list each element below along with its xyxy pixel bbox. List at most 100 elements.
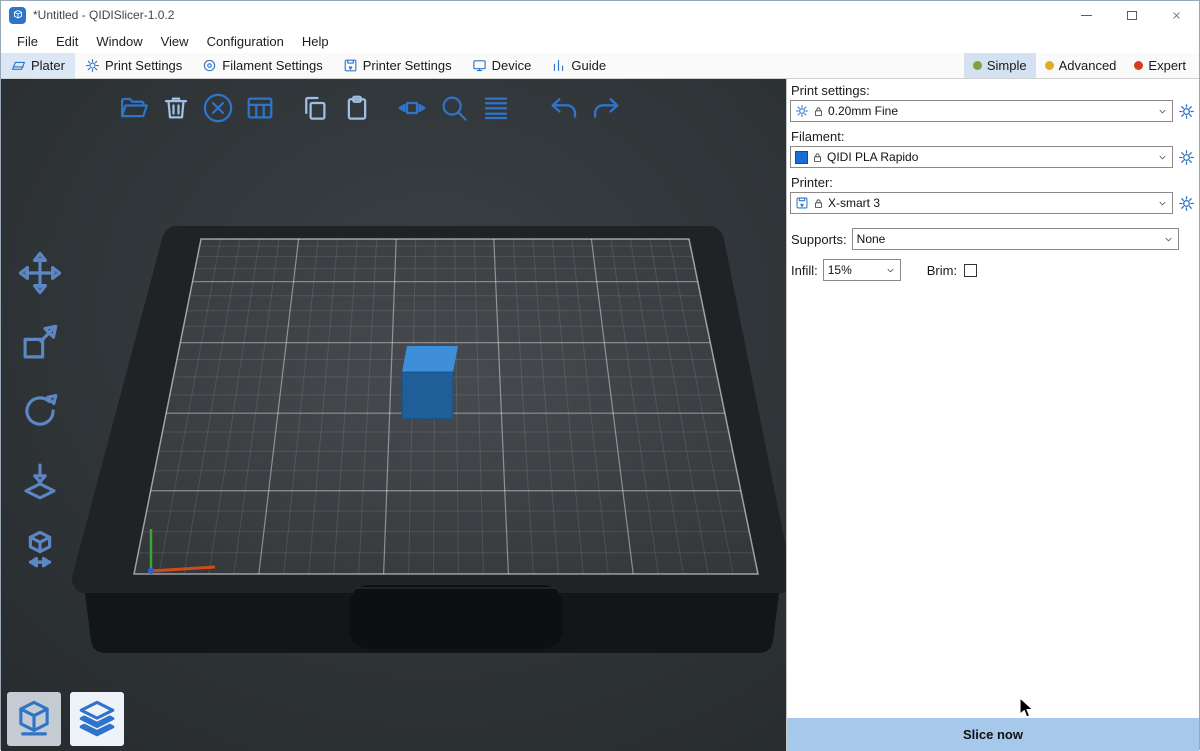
view-3d-editor-button[interactable] — [7, 692, 61, 746]
supports-value: None — [857, 232, 886, 246]
main-area: Print settings: 0.20mm Fine Filament: QI… — [1, 79, 1199, 751]
edit-print-settings-button[interactable] — [1178, 103, 1195, 120]
rotate-icon — [19, 390, 61, 432]
lock-icon — [813, 106, 824, 117]
split-objects-icon — [397, 93, 427, 123]
app-logo-cube-icon — [12, 9, 24, 21]
model-cube-front-face — [402, 372, 453, 419]
filament-combo[interactable]: QIDI PLA Rapido — [790, 146, 1173, 168]
mode-expert[interactable]: Expert — [1125, 53, 1195, 78]
rotate-tool-button[interactable] — [10, 381, 70, 441]
menu-file[interactable]: File — [8, 32, 47, 51]
print-settings-label: Print settings: — [791, 83, 1196, 98]
filament-icon — [202, 58, 217, 73]
supports-combo[interactable]: None — [852, 228, 1179, 250]
infill-combo[interactable]: 15% — [823, 259, 901, 281]
brim-checkbox[interactable] — [964, 264, 977, 277]
scale-icon — [19, 321, 61, 363]
arrange-grid-icon — [245, 93, 275, 123]
menu-window[interactable]: Window — [87, 32, 151, 51]
view-switcher — [7, 692, 124, 746]
redo-button[interactable] — [585, 87, 627, 129]
measure-tool-button[interactable] — [10, 519, 70, 579]
model-cube[interactable] — [402, 346, 458, 419]
model-cube-top-face — [402, 346, 458, 372]
close-button[interactable] — [1154, 1, 1199, 29]
edit-printer-button[interactable] — [1178, 195, 1195, 212]
monitor-icon — [472, 58, 487, 73]
open-file-button[interactable] — [113, 87, 155, 129]
window-controls — [1064, 1, 1199, 29]
view-preview-button[interactable] — [70, 692, 124, 746]
undo-button[interactable] — [543, 87, 585, 129]
tab-device-label: Device — [492, 58, 532, 73]
mode-simple[interactable]: Simple — [964, 53, 1036, 78]
move-tool-button[interactable] — [10, 243, 70, 303]
menu-help[interactable]: Help — [293, 32, 338, 51]
guide-bars-icon — [551, 58, 566, 73]
mode-expert-label: Expert — [1148, 58, 1186, 73]
tab-device[interactable]: Device — [462, 53, 542, 78]
folder-open-icon — [119, 93, 149, 123]
print-bed-scene[interactable] — [1, 79, 786, 751]
window-title: *Untitled - QIDISlicer-1.0.2 — [33, 8, 174, 22]
paste-button[interactable] — [336, 87, 378, 129]
delete-all-button[interactable] — [197, 87, 239, 129]
redo-arrow-icon — [590, 92, 622, 124]
maximize-icon — [1127, 11, 1137, 20]
chevron-down-icon — [1157, 106, 1168, 117]
split-objects-button[interactable] — [391, 87, 433, 129]
maximize-button[interactable] — [1109, 1, 1154, 29]
undo-arrow-icon — [548, 92, 580, 124]
simple-mode-dot-icon — [973, 61, 982, 70]
menu-edit[interactable]: Edit — [47, 32, 87, 51]
place-on-face-tool-button[interactable] — [10, 450, 70, 510]
tab-bar: Plater Print Settings Filament Settings … — [1, 53, 1199, 79]
mode-switcher: Simple Advanced Expert — [964, 53, 1199, 78]
move-arrows-icon — [19, 252, 61, 294]
search-button[interactable] — [433, 87, 475, 129]
printer-icon — [795, 196, 809, 210]
printer-combo[interactable]: X-smart 3 — [790, 192, 1173, 214]
tab-plater[interactable]: Plater — [1, 53, 75, 78]
chevron-down-icon — [1157, 198, 1168, 209]
menu-view[interactable]: View — [152, 32, 198, 51]
edit-filament-button[interactable] — [1178, 149, 1195, 166]
tab-printer-settings[interactable]: Printer Settings — [333, 53, 462, 78]
scale-tool-button[interactable] — [10, 312, 70, 372]
lock-icon — [812, 152, 823, 163]
printer-value: X-smart 3 — [828, 196, 880, 210]
gear-icon — [795, 104, 809, 118]
advanced-mode-dot-icon — [1045, 61, 1054, 70]
delete-button[interactable] — [155, 87, 197, 129]
layer-lines-icon — [481, 93, 511, 123]
plater-icon — [11, 58, 26, 73]
tab-guide[interactable]: Guide — [541, 53, 616, 78]
tab-print-settings[interactable]: Print Settings — [75, 53, 192, 78]
menu-bar: File Edit Window View Configuration Help — [1, 29, 1199, 53]
minimize-button[interactable] — [1064, 1, 1109, 29]
close-icon — [1171, 10, 1182, 21]
variable-layer-height-button[interactable] — [475, 87, 517, 129]
mode-advanced[interactable]: Advanced — [1036, 53, 1126, 78]
printer-label: Printer: — [791, 175, 1196, 190]
paste-icon — [342, 93, 372, 123]
chevron-down-icon — [1157, 152, 1168, 163]
axis-origin-blue — [148, 568, 154, 574]
gear-icon — [85, 58, 100, 73]
viewport-3d[interactable] — [1, 79, 786, 751]
arrange-button[interactable] — [239, 87, 281, 129]
tab-plater-label: Plater — [31, 58, 65, 73]
tab-print-settings-label: Print Settings — [105, 58, 182, 73]
mode-advanced-label: Advanced — [1059, 58, 1117, 73]
printer-icon — [343, 58, 358, 73]
lock-icon — [813, 198, 824, 209]
app-window: *Untitled - QIDISlicer-1.0.2 File Edit W… — [0, 0, 1200, 750]
tab-guide-label: Guide — [571, 58, 606, 73]
layers-stack-icon — [76, 698, 118, 740]
tab-filament-settings[interactable]: Filament Settings — [192, 53, 332, 78]
slice-now-button[interactable]: Slice now — [787, 718, 1199, 751]
print-settings-combo[interactable]: 0.20mm Fine — [790, 100, 1173, 122]
copy-button[interactable] — [294, 87, 336, 129]
menu-configuration[interactable]: Configuration — [198, 32, 293, 51]
